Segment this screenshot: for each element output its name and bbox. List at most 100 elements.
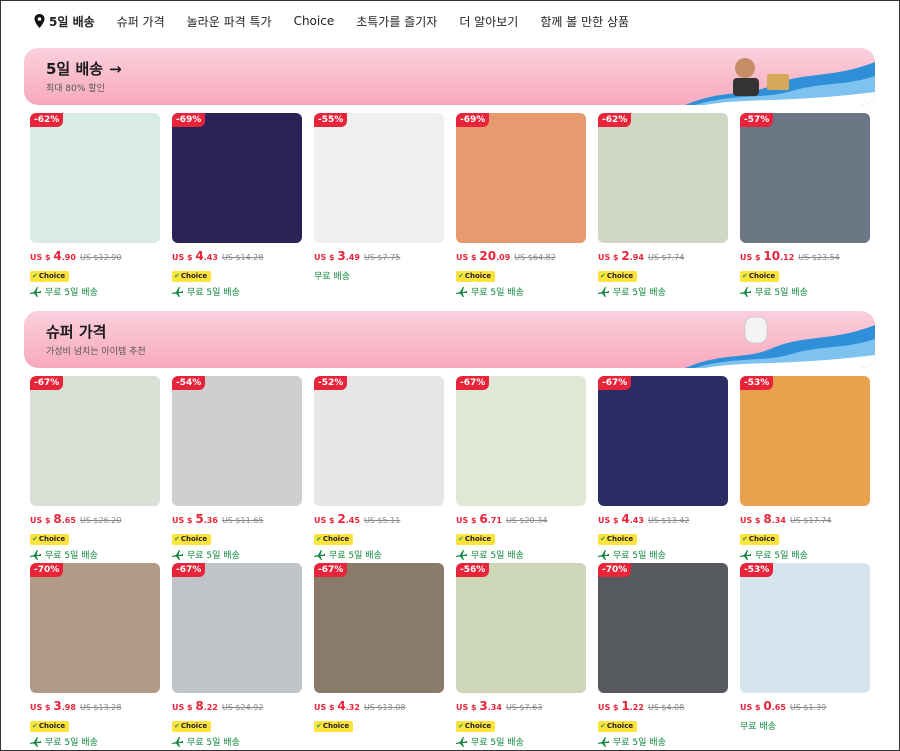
price-decimal: .34 [771, 516, 786, 525]
product-card[interactable]: -70% US $ 1.22 US $4.08 ✔Choice 무료 5일 배송 [598, 563, 728, 748]
price-integer: 6 [479, 512, 488, 526]
product-card[interactable]: -67% US $ 8.65 US $26.20 ✔Choice 무료 5일 배송 [30, 376, 160, 561]
product-image[interactable]: -62% [598, 113, 728, 243]
product-card[interactable]: -69% US $ 20.09 US $64.82 ✔Choice 무료 5일 배송 [456, 113, 586, 298]
product-card[interactable]: -69% US $ 4.43 US $14.28 ✔Choice 무료 5일 배송 [172, 113, 302, 298]
choice-label: Choice [606, 722, 634, 730]
product-image[interactable]: -69% [456, 113, 586, 243]
currency-label: US $ [172, 703, 193, 712]
product-card[interactable]: -56% US $ 3.34 US $7.63 ✔Choice 무료 5일 배송 [456, 563, 586, 748]
nav-item-choice[interactable]: Choice [294, 14, 335, 28]
product-card[interactable]: -52% US $ 2.45 US $5.11 ✔Choice 무료 5일 배송 [314, 376, 444, 561]
choice-badge: ✔Choice [314, 534, 354, 545]
airplane-icon [30, 736, 41, 747]
choice-label: Choice [464, 722, 492, 730]
product-card[interactable]: -67% US $ 6.71 US $20.34 ✔Choice 무료 5일 배송 [456, 376, 586, 561]
shipping-info: 무료 5일 배송 [172, 285, 302, 298]
nav-item-amazing-deals[interactable]: 놀라운 파격 특가 [187, 13, 272, 30]
product-image[interactable]: -70% [598, 563, 728, 693]
airplane-icon [456, 736, 467, 747]
airplane-icon [740, 286, 751, 297]
top-nav: 5일 배송 슈퍼 가격 놀라운 파격 특가 Choice 초특가를 즐기자 더 … [34, 8, 651, 34]
product-card[interactable]: -62% US $ 2.94 US $7.74 ✔Choice 무료 5일 배송 [598, 113, 728, 298]
product-image[interactable]: -67% [30, 376, 160, 506]
shipping-info: 무료 5일 배송 [456, 735, 586, 748]
price-decimal: .71 [487, 516, 502, 525]
nav-item-related[interactable]: 함께 볼 만한 상품 [540, 13, 629, 30]
banner-5day-delivery[interactable]: 5일 배송 → 최대 80% 할인 [24, 48, 875, 105]
product-image[interactable]: -67% [172, 563, 302, 693]
price-integer: 0 [763, 699, 772, 713]
product-image[interactable]: -54% [172, 376, 302, 506]
shipping-info: 무료 5일 배송 [456, 285, 586, 298]
product-image[interactable]: -62% [30, 113, 160, 243]
original-price: US $14.28 [221, 253, 264, 262]
sale-price: US $ 8.22 [172, 699, 218, 713]
sale-price: US $ 0.65 [740, 699, 786, 713]
shipping-info: 무료 5일 배송 [598, 285, 728, 298]
shipping-info: 무료 5일 배송 [172, 548, 302, 561]
product-card[interactable]: -70% US $ 3.98 US $13.28 ✔Choice 무료 5일 배송 [30, 563, 160, 748]
product-image[interactable]: -52% [314, 376, 444, 506]
product-card[interactable]: -53% US $ 8.34 US $17.74 ✔Choice 무료 5일 배송 [740, 376, 870, 561]
airplane-icon [172, 736, 183, 747]
discount-badge: -69% [172, 113, 206, 127]
price-integer: 4 [621, 512, 630, 526]
product-image[interactable]: -69% [172, 113, 302, 243]
original-price: US $64.82 [514, 253, 556, 262]
shipping-label: 무료 5일 배송 [187, 738, 240, 748]
shipping-label: 무료 5일 배송 [471, 738, 524, 748]
product-image[interactable]: -67% [598, 376, 728, 506]
airplane-icon [314, 549, 325, 560]
price-line: US $ 4.90 US $12.90 [30, 249, 160, 263]
nav-item-more[interactable]: 더 알아보기 [459, 13, 518, 30]
nav-item-super-price[interactable]: 슈퍼 가격 [117, 13, 165, 30]
shipping-label: 무료 5일 배송 [613, 738, 666, 748]
product-image[interactable]: -55% [314, 113, 444, 243]
price-decimal: .90 [61, 253, 76, 262]
product-image[interactable]: -53% [740, 376, 870, 506]
price-integer: 3 [337, 249, 346, 263]
price-integer: 4 [195, 249, 204, 263]
product-card[interactable]: -57% US $ 10.12 US $23.54 ✔Choice 무료 5일 배송 [740, 113, 870, 298]
check-icon: ✔ [316, 722, 322, 730]
product-card[interactable]: -53% US $ 0.65 US $1.39 무료 배송 [740, 563, 870, 748]
check-icon: ✔ [458, 722, 464, 730]
banner-title-text: 슈퍼 가격 [46, 323, 107, 341]
product-card[interactable]: -55% US $ 3.49 US $7.75 무료 배송 [314, 113, 444, 298]
product-card[interactable]: -67% US $ 4.43 US $13.42 ✔Choice 무료 5일 배송 [598, 376, 728, 561]
choice-badge: ✔Choice [30, 721, 70, 732]
shipping-info: 무료 배송 [314, 269, 444, 282]
price-integer: 2 [621, 249, 630, 263]
product-image[interactable]: -56% [456, 563, 586, 693]
currency-label: US $ [598, 703, 619, 712]
airplane-icon [598, 286, 609, 297]
check-icon: ✔ [600, 535, 606, 543]
nav-item-super-sale[interactable]: 초특가를 즐기자 [356, 13, 437, 30]
banner-super-price[interactable]: 슈퍼 가격 가성비 넘치는 아이템 추천 [24, 311, 875, 368]
currency-label: US $ [598, 253, 619, 262]
shipping-label: 무료 5일 배송 [187, 288, 240, 298]
product-image[interactable]: -57% [740, 113, 870, 243]
product-image[interactable]: -53% [740, 563, 870, 693]
nav-item-5day[interactable]: 5일 배송 [34, 13, 95, 30]
product-image[interactable]: -67% [456, 376, 586, 506]
product-card[interactable]: -67% US $ 4.32 US $13.08 ✔Choice [314, 563, 444, 748]
original-price: US $1.39 [789, 703, 827, 712]
shipping-label: 무료 5일 배송 [613, 551, 666, 561]
original-price: US $24.92 [221, 703, 264, 712]
product-row-5day: -62% US $ 4.90 US $12.90 ✔Choice 무료 5일 배송 -6… [30, 113, 870, 298]
product-card[interactable]: -62% US $ 4.90 US $12.90 ✔Choice 무료 5일 배송 [30, 113, 160, 298]
currency-label: US $ [314, 253, 335, 262]
product-card[interactable]: -67% US $ 8.22 US $24.92 ✔Choice 무료 5일 배송 [172, 563, 302, 748]
choice-badge: ✔Choice [456, 721, 496, 732]
price-line: US $ 4.43 US $13.42 [598, 512, 728, 526]
price-line: US $ 6.71 US $20.34 [456, 512, 586, 526]
product-image[interactable]: -70% [30, 563, 160, 693]
product-image[interactable]: -67% [314, 563, 444, 693]
airplane-icon [598, 736, 609, 747]
price-integer: 8 [53, 512, 62, 526]
nav-label: 초특가를 즐기자 [356, 14, 438, 29]
original-price: US $4.08 [647, 703, 685, 712]
product-card[interactable]: -54% US $ 5.36 US $11.65 ✔Choice 무료 5일 배송 [172, 376, 302, 561]
